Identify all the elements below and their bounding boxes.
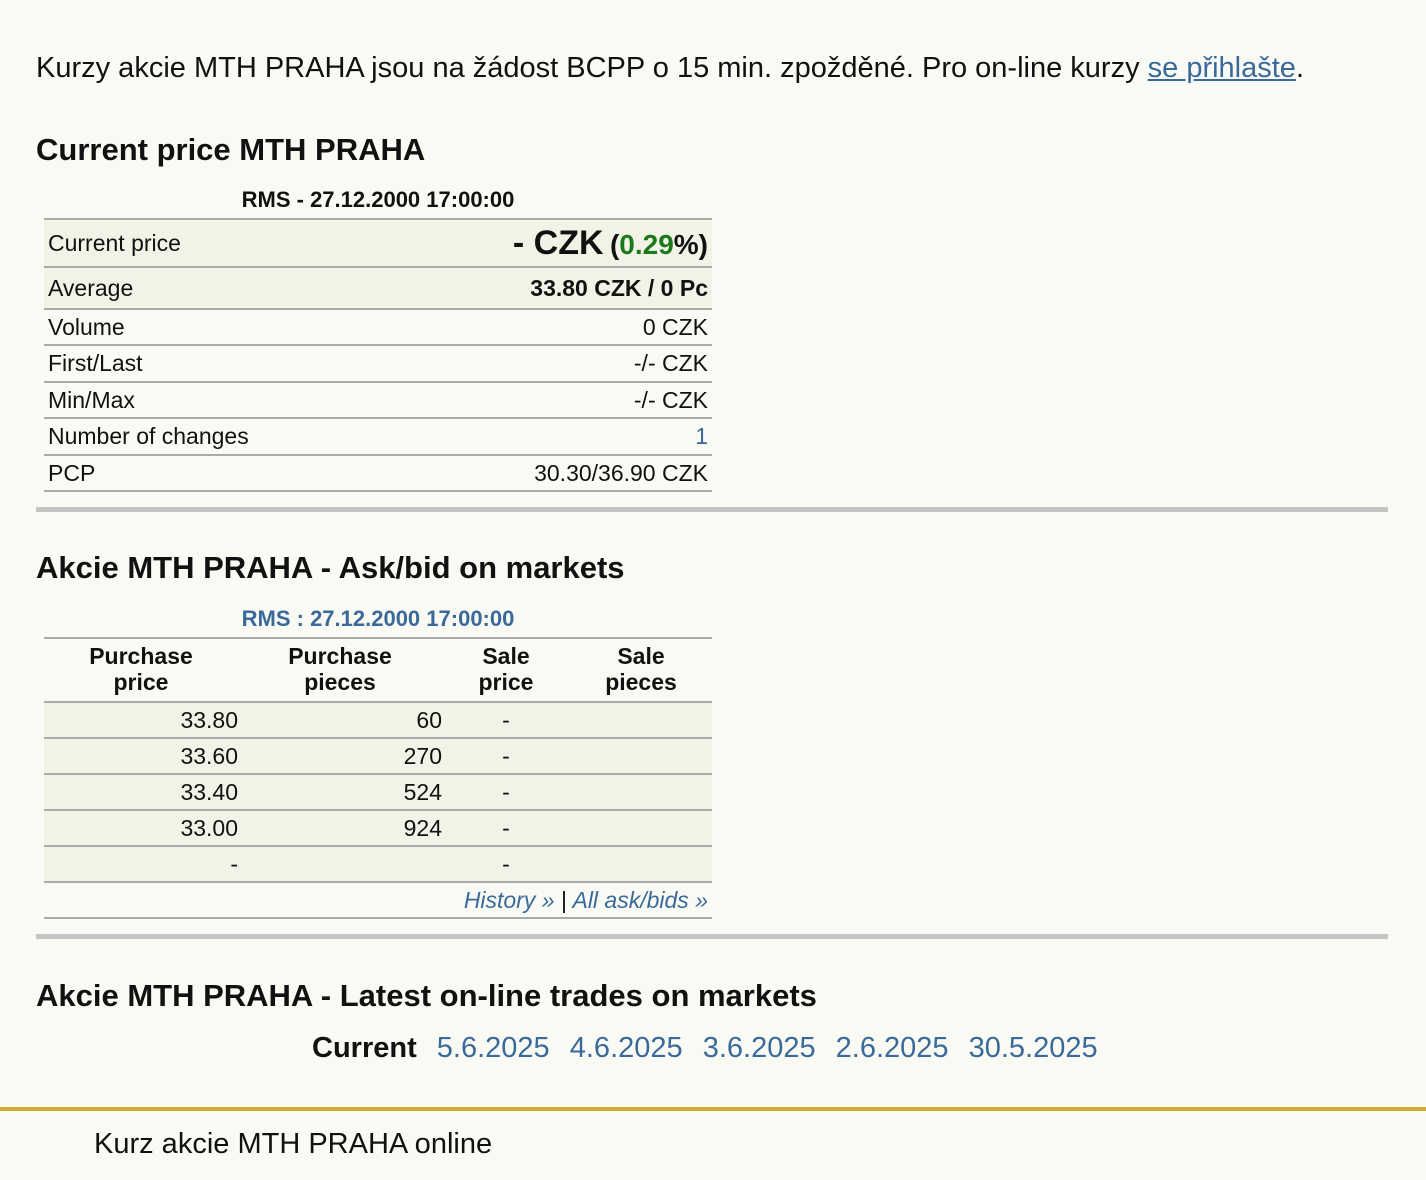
links-row: History » | All ask/bids » [44, 882, 712, 919]
min-max-value: -/- CZK [382, 382, 712, 419]
askbid-table: Purchase price Purchase pieces Sale pric… [44, 637, 712, 919]
history-link[interactable]: History » [464, 887, 555, 913]
table-row: 33.80 60 - [44, 702, 712, 739]
footer-divider [0, 1107, 1426, 1111]
row-label: First/Last [44, 345, 383, 383]
login-link[interactable]: se přihlašte [1148, 52, 1296, 84]
current-date-label: Current [312, 1032, 417, 1064]
link-separator: | [560, 886, 567, 913]
trade-date-nav: Current 5.6.2025 4.6.2025 3.6.2025 2.6.2… [312, 1032, 1110, 1065]
current-price-value: - CZK (0.29%) [382, 219, 712, 268]
section-divider [36, 507, 1388, 512]
date-link[interactable]: 3.6.2025 [703, 1032, 816, 1064]
latest-trades-heading: Akcie MTH PRAHA - Latest on-line trades … [36, 978, 817, 1013]
askbid-caption: RMS : 27.12.2000 17:00:00 [241, 606, 515, 631]
row-label: Average [44, 267, 383, 310]
table-row: 33.60 270 - [44, 738, 712, 775]
table-row: Average 33.80 CZK / 0 Pc [44, 267, 712, 310]
table-row: Current price - CZK (0.29%) [44, 219, 712, 268]
table-row: 33.40 524 - [44, 774, 712, 811]
row-label: Min/Max [44, 382, 383, 419]
col-sale-price: Sale price [442, 637, 570, 703]
date-link[interactable]: 4.6.2025 [570, 1032, 683, 1064]
table-row: - - [44, 846, 712, 883]
all-askbids-link[interactable]: All ask/bids » [572, 887, 708, 913]
section-divider [36, 934, 1388, 939]
current-price-caption: RMS - 27.12.2000 17:00:00 [241, 187, 515, 212]
col-sale-pieces: Sale pieces [570, 637, 712, 703]
current-price-table: Current price - CZK (0.29%) Average 33.8… [44, 218, 712, 492]
askbid-heading: Akcie MTH PRAHA - Ask/bid on markets [36, 550, 625, 585]
delay-notice: Kurzy akcie MTH PRAHA jsou na žádost BCP… [36, 52, 1304, 85]
delay-notice-text: Kurzy akcie MTH PRAHA jsou na žádost BCP… [36, 52, 1148, 84]
header-row: Purchase price Purchase pieces Sale pric… [44, 637, 712, 703]
average-value: 33.80 CZK / 0 Pc [382, 267, 712, 310]
col-purchase-pieces: Purchase pieces [238, 637, 442, 703]
row-label: Volume [44, 309, 383, 346]
delay-notice-end: . [1295, 52, 1305, 84]
date-link[interactable]: 2.6.2025 [836, 1032, 949, 1064]
table-row: Min/Max -/- CZK [44, 382, 712, 419]
price-change: 0.29 [619, 228, 674, 260]
table-row: Number of changes 1 [44, 418, 712, 456]
date-link[interactable]: 30.5.2025 [969, 1032, 1098, 1064]
date-link[interactable]: 5.6.2025 [437, 1032, 550, 1064]
table-row: Volume 0 CZK [44, 309, 712, 346]
pcp-value: 30.30/36.90 CZK [382, 455, 712, 492]
table-row: PCP 30.30/36.90 CZK [44, 455, 712, 492]
table-row: 33.00 924 - [44, 810, 712, 847]
table-row: First/Last -/- CZK [44, 345, 712, 383]
volume-value: 0 CZK [382, 309, 712, 346]
current-price-heading: Current price MTH PRAHA [36, 132, 426, 167]
row-label: Number of changes [44, 418, 383, 456]
footer-title: Kurz akcie MTH PRAHA online [94, 1128, 493, 1160]
first-last-value: -/- CZK [382, 345, 712, 383]
changes-count-link[interactable]: 1 [695, 423, 708, 449]
row-label: Current price [44, 219, 383, 268]
col-purchase-price: Purchase price [44, 637, 238, 703]
row-label: PCP [44, 455, 383, 492]
